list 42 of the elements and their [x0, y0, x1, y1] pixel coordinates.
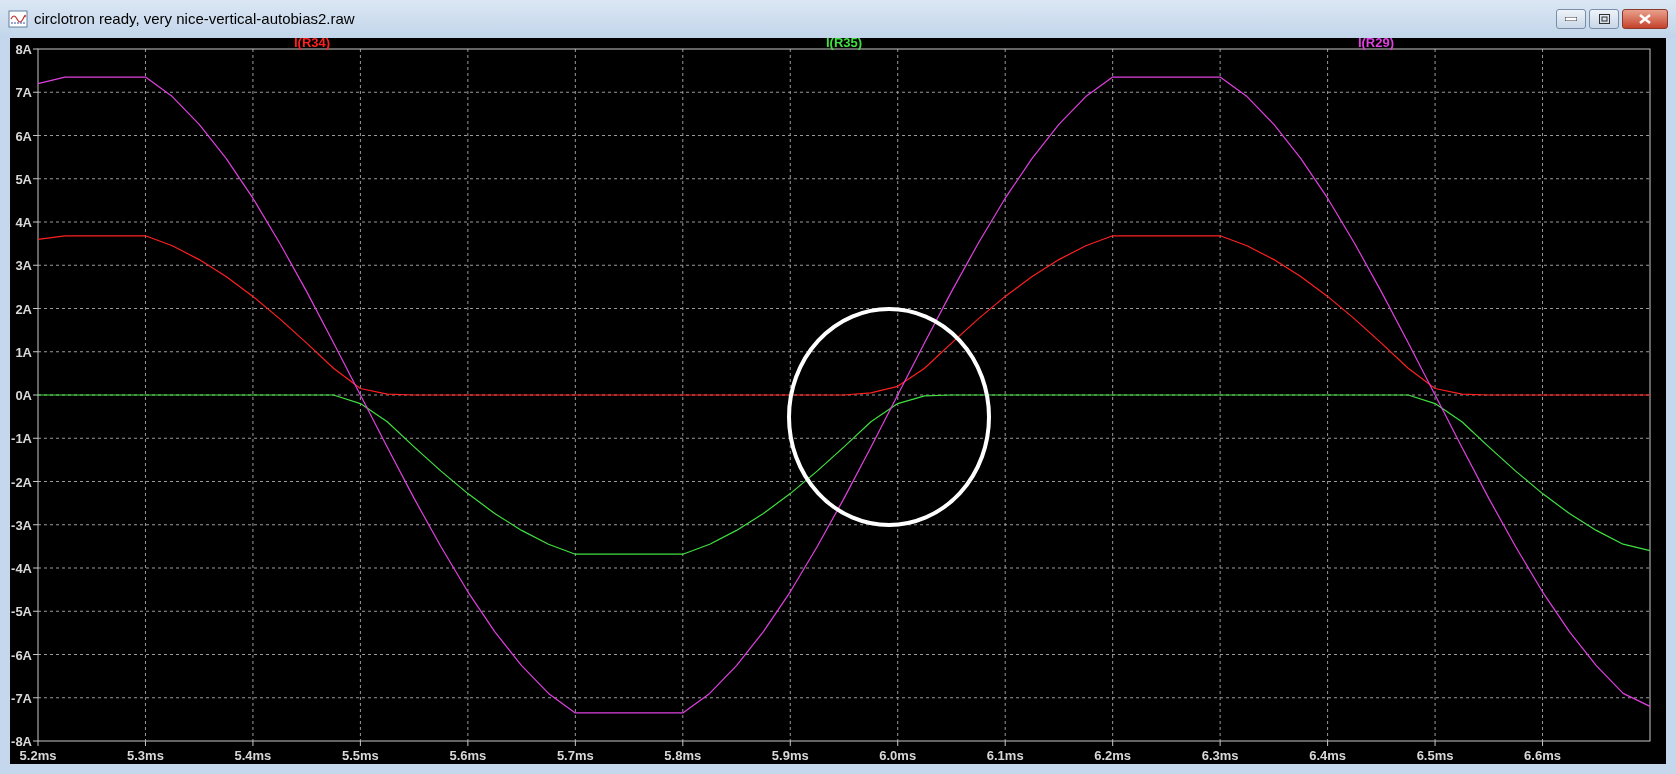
x-axis-label: 5.2ms — [19, 748, 57, 763]
x-axis-label: 5.9ms — [771, 748, 809, 763]
x-axis-label: 5.3ms — [127, 748, 164, 763]
close-button[interactable] — [1622, 9, 1668, 29]
x-axis-label: 6.3ms — [1201, 748, 1239, 763]
y-axis-label: -6A — [11, 647, 32, 663]
x-axis-label: 6.2ms — [1094, 748, 1132, 763]
y-axis-label: -2A — [11, 474, 32, 490]
y-axis-label: -5A — [11, 604, 32, 620]
y-axis-label: -1A — [11, 431, 32, 447]
y-axis-label: 2A — [15, 301, 32, 317]
x-axis-label: 5.7ms — [556, 748, 594, 763]
restore-icon — [1598, 14, 1610, 24]
y-axis-label: 6A — [15, 128, 32, 144]
waveform-icon — [8, 10, 28, 28]
y-axis-label: 4A — [15, 215, 32, 230]
restore-button[interactable] — [1589, 9, 1619, 29]
trace-label[interactable]: I(R35) — [825, 38, 863, 50]
window-title: circlotron ready, very nice-vertical-autobias2.raw — [34, 8, 355, 29]
x-axis-label: 5.6ms — [449, 748, 487, 763]
y-axis-label: 8A — [15, 42, 32, 57]
x-axis-label: 5.4ms — [234, 748, 272, 763]
y-axis-label: -8A — [11, 734, 32, 749]
y-axis-label: 5A — [15, 171, 32, 187]
x-axis-label: 6.5ms — [1416, 748, 1454, 763]
x-axis-label: 5.5ms — [341, 748, 379, 763]
y-axis-label: 0A — [15, 388, 32, 403]
y-axis-label: -3A — [11, 517, 32, 533]
y-axis-label: 3A — [15, 258, 32, 274]
trace-label[interactable]: I(R29) — [1357, 38, 1394, 50]
x-axis-label: 6.6ms — [1524, 748, 1561, 763]
x-axis-label: 6.0ms — [879, 748, 917, 763]
trace-label[interactable]: I(R34) — [294, 38, 331, 50]
y-axis-label: 1A — [15, 344, 32, 360]
close-icon — [1639, 14, 1651, 24]
x-axis-label: 6.1ms — [986, 748, 1024, 763]
x-axis-label: 6.4ms — [1309, 748, 1347, 763]
y-axis-label: -4A — [11, 561, 32, 576]
x-axis-label: 5.8ms — [664, 748, 702, 763]
y-axis-label: -7A — [11, 690, 32, 706]
minimize-icon — [1565, 17, 1577, 21]
y-axis-label: 7A — [15, 85, 32, 101]
